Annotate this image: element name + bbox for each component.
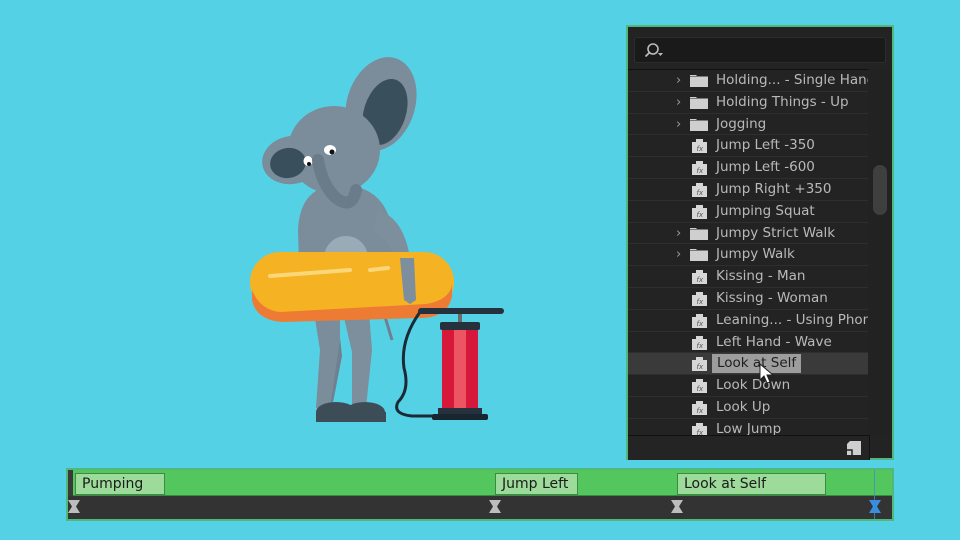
item-label: Jump Left -350 <box>716 137 815 154</box>
preset-item[interactable]: fx Look Up <box>628 397 868 419</box>
scrollbar-thumb[interactable] <box>873 165 887 215</box>
svg-text:fx: fx <box>697 167 704 175</box>
folder-item[interactable]: › Jogging <box>628 114 868 136</box>
search-box[interactable] <box>634 37 886 63</box>
item-label: Jumpy Strict Walk <box>716 224 836 241</box>
animation-preset-icon: fx <box>692 357 707 372</box>
playhead-line[interactable] <box>874 470 875 519</box>
animation-preset-icon: fx <box>692 379 707 394</box>
item-label: Kissing - Woman <box>716 289 828 306</box>
timeline-clip[interactable]: Look at Self <box>677 473 826 495</box>
animation-preset-icon: fx <box>692 335 707 350</box>
svg-text:fx: fx <box>697 276 704 284</box>
item-label: Holding... - Single Hand <box>716 72 868 88</box>
preset-item[interactable]: fx Jump Left -350 <box>628 135 868 158</box>
search-input[interactable] <box>669 41 879 61</box>
svg-text:fx: fx <box>697 385 704 393</box>
folder-item[interactable]: › Holding Things - Up <box>628 92 868 114</box>
animation-preset-icon: fx <box>692 161 707 176</box>
item-label: Left Hand - Wave <box>716 333 832 350</box>
folder-item[interactable]: › Jumpy Walk <box>628 244 868 267</box>
timeline-ruler[interactable] <box>68 496 892 519</box>
timeline-track: Pumping Air Jump Left Look at Self <box>68 470 892 512</box>
folder-icon <box>690 227 708 240</box>
preset-library-panel: › Holding... - Single Hand › Holding Things… <box>626 25 894 460</box>
preset-item[interactable]: fx Left Hand - Wave <box>628 332 868 354</box>
item-label: Jogging <box>716 115 767 132</box>
item-label: Leaning... - Using Phone <box>716 311 868 328</box>
preset-item[interactable]: fx Jumping Squat <box>628 201 868 223</box>
timeline: Pumping Air Jump Left Look at Self <box>66 468 894 521</box>
animation-preset-icon: fx <box>692 422 707 435</box>
timeline-clip[interactable]: Pumping Air <box>75 473 165 512</box>
animation-preset-icon: fx <box>692 139 707 154</box>
preset-list: › Holding... - Single Hand › Holding Things… <box>628 69 868 435</box>
svg-text:fx: fx <box>697 320 704 328</box>
timeline-clip[interactable]: Jump Left <box>495 473 578 495</box>
new-item-icon[interactable] <box>846 440 862 456</box>
search-icon[interactable] <box>643 42 665 60</box>
preset-item[interactable]: fx Low Jump <box>628 419 868 435</box>
folder-icon <box>690 75 708 87</box>
playhead-icon[interactable] <box>869 500 881 513</box>
elephant-character <box>250 57 454 422</box>
air-pump <box>395 308 504 420</box>
preset-item[interactable]: fx Jump Right +350 <box>628 179 868 201</box>
preset-item[interactable]: fx Look at Self <box>628 353 868 376</box>
preset-item[interactable]: fx Kissing - Man <box>628 266 868 288</box>
svg-text:fx: fx <box>697 342 704 350</box>
svg-text:fx: fx <box>697 145 704 153</box>
chevron-right-icon[interactable]: › <box>676 70 686 91</box>
folder-icon <box>690 249 708 262</box>
folder-icon <box>690 96 708 109</box>
item-label: Kissing - Man <box>716 268 806 285</box>
animation-preset-icon: fx <box>692 400 707 415</box>
item-label: Jumpy Walk <box>716 246 795 263</box>
scrollbar[interactable] <box>868 69 892 435</box>
chevron-right-icon[interactable]: › <box>676 223 686 244</box>
svg-text:fx: fx <box>697 407 704 415</box>
preset-item[interactable]: fx Jump Left -600 <box>628 157 868 179</box>
mouse-cursor-icon <box>759 363 775 384</box>
chevron-right-icon[interactable]: › <box>676 92 686 113</box>
animation-preset-icon: fx <box>692 270 707 285</box>
item-label: Look Down <box>716 377 791 394</box>
svg-text:fx: fx <box>697 189 704 197</box>
item-label: Look Up <box>716 398 771 415</box>
chevron-right-icon[interactable]: › <box>676 244 686 265</box>
animation-preset-icon: fx <box>692 313 707 328</box>
preset-item[interactable]: fx Kissing - Woman <box>628 288 868 310</box>
svg-text:fx: fx <box>697 363 704 371</box>
animation-preset-icon: fx <box>692 204 707 219</box>
chevron-right-icon[interactable]: › <box>676 114 686 135</box>
folder-item[interactable]: › Jumpy Strict Walk <box>628 223 868 245</box>
item-label: Low Jump <box>716 420 782 435</box>
animation-preset-icon: fx <box>692 291 707 306</box>
item-label: Jumping Squat <box>716 202 815 219</box>
preset-item[interactable]: fx Look Down <box>628 375 868 397</box>
item-label: Jump Left -600 <box>716 159 815 176</box>
folder-item[interactable]: › Holding... - Single Hand <box>628 70 868 92</box>
marker-icon[interactable] <box>489 500 501 513</box>
marker-icon[interactable] <box>671 500 683 513</box>
item-label: Jump Right +350 <box>716 180 832 197</box>
animation-preset-icon: fx <box>692 182 707 197</box>
panel-footer <box>628 435 870 460</box>
folder-icon <box>690 118 708 131</box>
item-label: Holding Things - Up <box>716 93 849 110</box>
svg-text:fx: fx <box>697 298 704 306</box>
preset-item[interactable]: fx Leaning... - Using Phone <box>628 310 868 332</box>
canvas-illustration <box>250 57 504 422</box>
marker-icon[interactable] <box>68 500 80 513</box>
item-label: Look at Self <box>712 354 802 374</box>
track-start-edge <box>68 470 73 496</box>
svg-text:fx: fx <box>697 211 704 219</box>
